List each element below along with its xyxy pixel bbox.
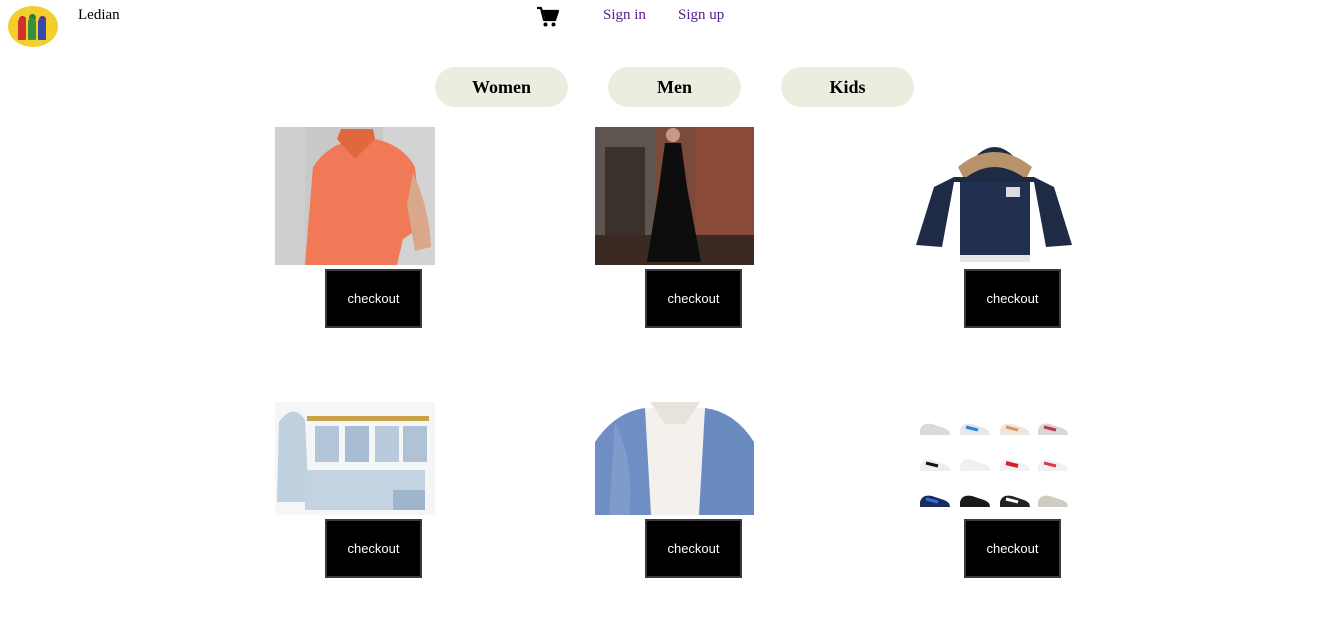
- product-image-fleece-jacket[interactable]: [595, 402, 754, 515]
- brand-logo[interactable]: [8, 6, 58, 47]
- checkout-button[interactable]: checkout: [645, 519, 742, 578]
- product-image-baby-set[interactable]: [275, 402, 435, 515]
- checkout-button[interactable]: checkout: [964, 519, 1061, 578]
- checkout-button[interactable]: checkout: [325, 519, 422, 578]
- category-kids[interactable]: Kids: [781, 67, 914, 107]
- sign-in-link[interactable]: Sign in: [603, 7, 646, 24]
- sign-up-link[interactable]: Sign up: [678, 7, 724, 24]
- checkout-button[interactable]: checkout: [325, 269, 422, 328]
- brand-name: Ledian: [78, 7, 120, 23]
- category-men[interactable]: Men: [608, 67, 741, 107]
- product-image-orange-polo[interactable]: [275, 127, 435, 265]
- checkout-button[interactable]: checkout: [964, 269, 1061, 328]
- product-image-sneakers[interactable]: [914, 402, 1074, 515]
- category-women[interactable]: Women: [435, 67, 568, 107]
- product-image-kids-jacket[interactable]: [914, 127, 1074, 265]
- shopping-cart-icon[interactable]: [536, 6, 560, 28]
- product-image-black-dress[interactable]: [595, 127, 754, 265]
- checkout-button[interactable]: checkout: [645, 269, 742, 328]
